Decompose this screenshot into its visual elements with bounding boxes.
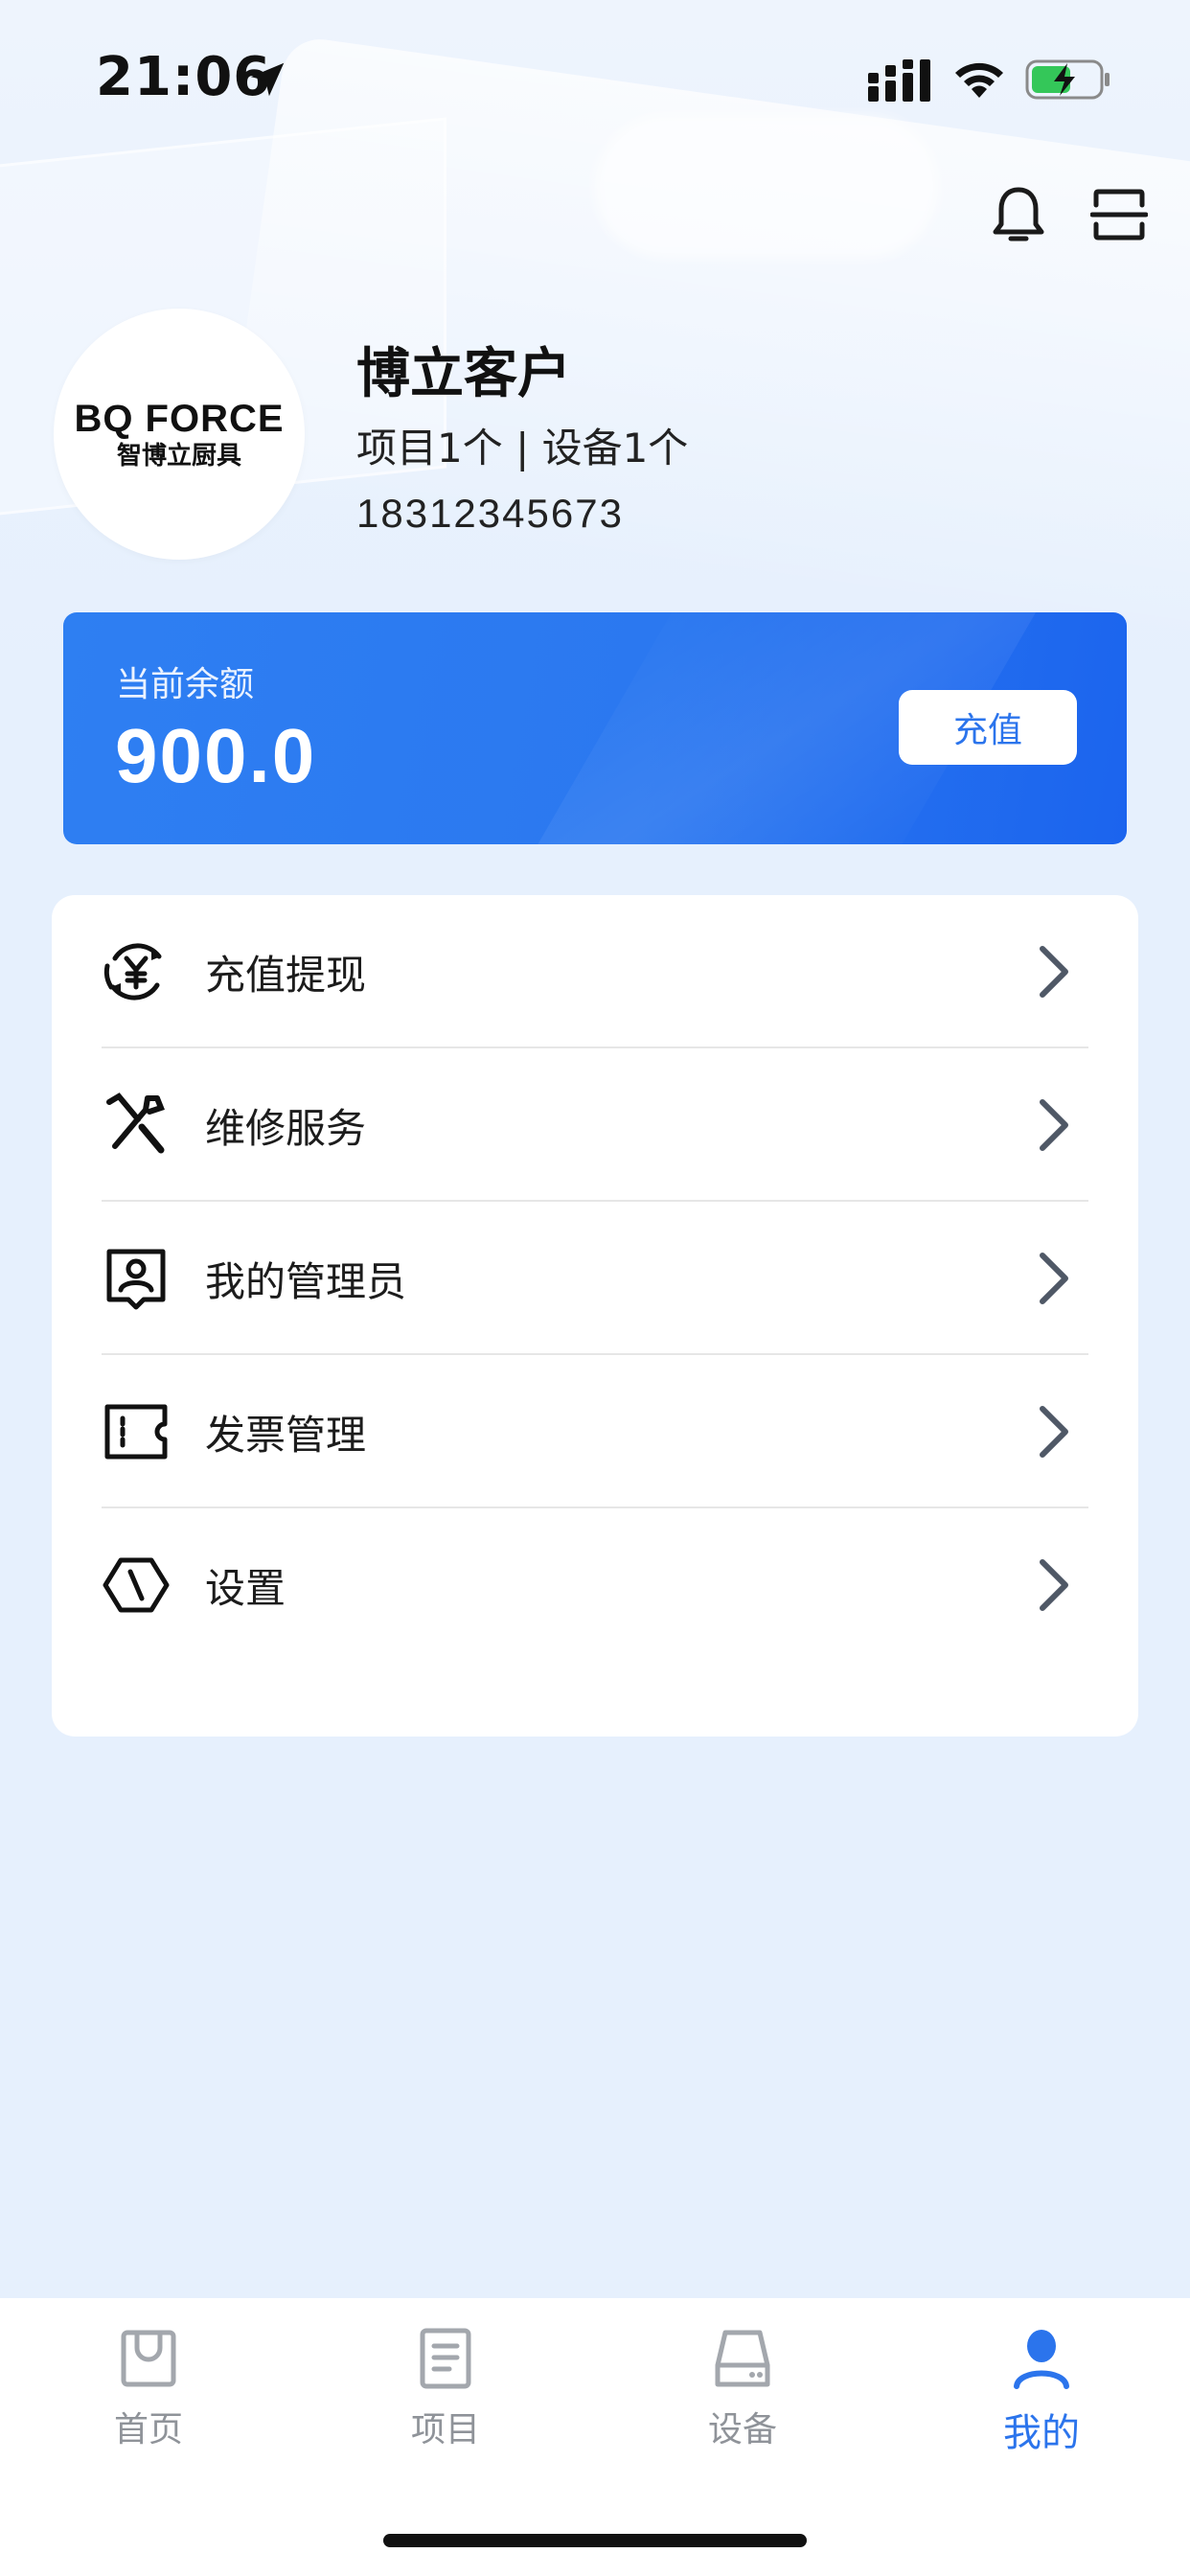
menu-item-label: 我的管理员 [205,1257,407,1305]
menu-item-repair-service[interactable]: 维修服务 [102,1048,1088,1202]
profile-stats: 项目1个 | 设备1个 [356,425,689,472]
menu-item-recharge-withdraw[interactable]: 充值提现 [102,895,1088,1048]
battery-charging-icon [1025,59,1110,100]
bag-icon [121,2330,176,2387]
status-bar: 21:06 [0,0,1190,153]
home-indicator [383,2534,807,2547]
menu-item-my-admin[interactable]: 我的管理员 [102,1202,1088,1355]
scan-icon[interactable] [1090,186,1148,243]
user-icon [1014,2330,1069,2389]
location-arrow-icon [250,62,285,97]
chevron-right-icon [1040,1406,1068,1458]
balance-value: 900.0 [115,713,317,798]
balance-card: 当前余额 900.0 充值 [63,612,1127,844]
menu-item-label: 发票管理 [205,1411,367,1459]
avatar[interactable]: BQ FORCE 智博立厨具 [54,309,305,560]
menu-item-label: 维修服务 [205,1104,367,1152]
profile-phone: 18312345673 [356,491,624,536]
balance-label: 当前余额 [116,665,255,704]
chevron-right-icon [1040,946,1068,998]
menu-item-settings[interactable]: 设置 [102,1508,1088,1662]
document-icon [420,2328,471,2389]
tab-label: 设备 [707,2410,777,2450]
bell-icon[interactable] [991,184,1046,245]
wifi-icon [955,62,1003,98]
menu-item-label: 设置 [205,1564,286,1612]
menu-item-label: 充值提现 [205,951,367,999]
ticket-icon [104,1404,168,1460]
chevron-right-icon [1040,1099,1068,1151]
cellular-signal-icon [868,59,930,102]
chevron-right-icon [1040,1559,1068,1611]
avatar-logo-text: BQ FORCE [74,398,285,440]
tab-mine[interactable]: 我的 [893,2327,1190,2471]
tab-label: 项目 [410,2410,480,2450]
avatar-logo-subtext: 智博立厨具 [116,442,241,471]
recharge-button[interactable]: 充值 [899,690,1077,765]
yen-cycle-icon [103,943,162,1000]
tab-home[interactable]: 首页 [0,2327,297,2471]
profile-name: 博立客户 [356,343,571,405]
device-icon [715,2330,770,2387]
tab-devices[interactable]: 设备 [594,2327,891,2471]
tab-label: 首页 [113,2410,183,2450]
admin-badge-icon [106,1249,166,1310]
tab-projects[interactable]: 项目 [297,2327,594,2471]
chevron-right-icon [1040,1253,1068,1304]
hexagon-settings-icon [103,1557,170,1613]
menu-item-invoice-management[interactable]: 发票管理 [102,1355,1088,1508]
tools-icon [106,1092,165,1154]
menu-card: 充值提现 维修服务 我的管理员 发票管理 设置 [52,895,1138,1736]
tab-label: 我的 [1003,2411,1080,2455]
